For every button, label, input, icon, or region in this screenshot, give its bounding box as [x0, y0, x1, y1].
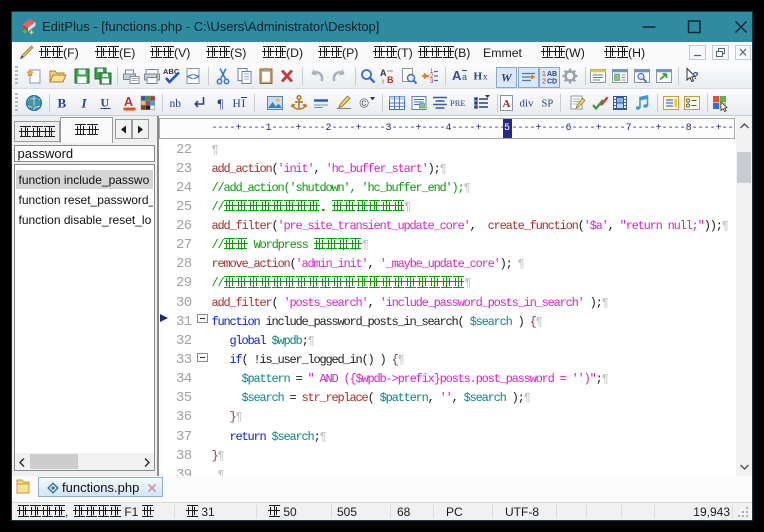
svg-text:<>: <> [187, 71, 199, 83]
svg-text:H: H [474, 71, 483, 83]
svg-text:2: 2 [542, 79, 546, 86]
svg-text:A: A [452, 68, 462, 83]
svg-text:H: H [233, 98, 241, 110]
svg-text:B: B [58, 95, 67, 110]
svg-text:1: 1 [542, 71, 546, 78]
svg-text:nb: nb [170, 98, 182, 110]
svg-text:I: I [242, 98, 246, 110]
svg-text:A: A [503, 98, 511, 110]
svg-text:©: © [360, 96, 370, 110]
svg-text:AB: AB [547, 71, 557, 78]
svg-text:SP: SP [542, 98, 554, 109]
svg-text:A: A [124, 95, 133, 109]
svg-text:W: W [501, 71, 513, 85]
svg-text:U: U [101, 95, 110, 109]
svg-text:x: x [483, 72, 488, 82]
svg-text:I: I [81, 95, 88, 110]
svg-text:a: a [462, 72, 467, 82]
svg-text:A: A [380, 68, 387, 78]
svg-text:div: div [520, 97, 535, 109]
svg-text:CD: CD [547, 79, 557, 86]
svg-text:?: ? [693, 71, 699, 82]
svg-text:PRE: PRE [450, 98, 466, 108]
svg-text:¶: ¶ [218, 96, 224, 111]
svg-text:B: B [387, 75, 394, 85]
svg-text:3: 3 [430, 79, 434, 85]
